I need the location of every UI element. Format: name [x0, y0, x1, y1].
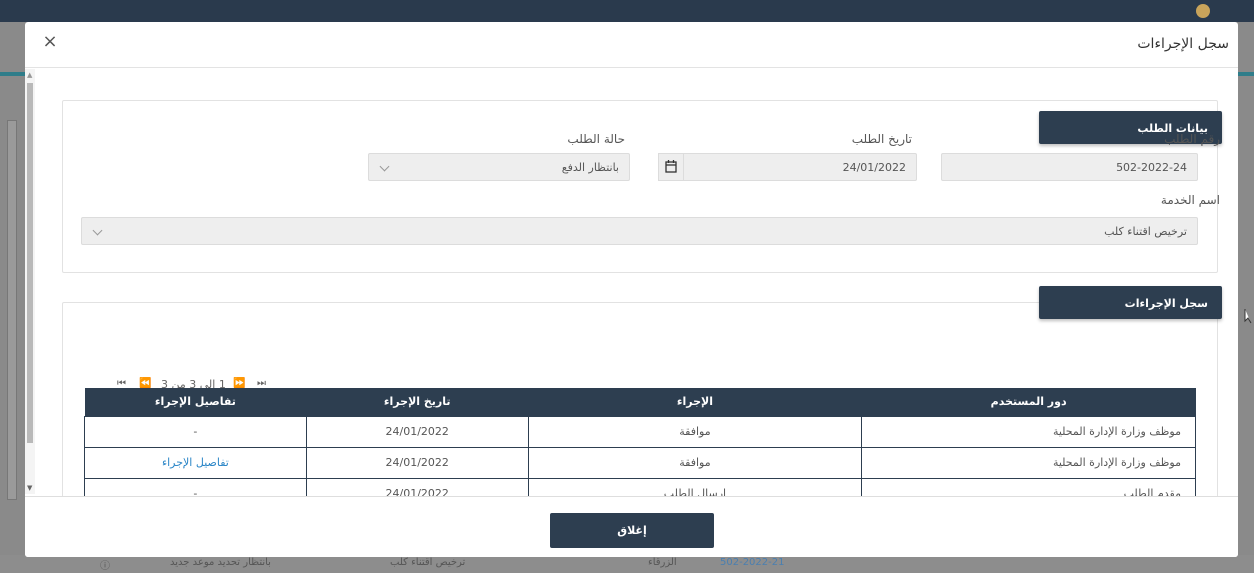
column-header-role: دور المستخدم [861, 388, 1196, 416]
row-action: موافقة [527, 446, 863, 479]
action-log-tab: سجل الإجراءات [1039, 286, 1222, 319]
chevron-down-icon [379, 161, 390, 172]
request-date-label: تاريخ الطلب [851, 132, 912, 146]
chevron-down-icon [92, 225, 103, 236]
background-topbar [0, 0, 1254, 22]
action-log-modal: × سجل الإجراءات ▲ ▼ بيانات الطلب رقم الط… [25, 22, 1238, 557]
table-row: - 24/01/2022 موافقة موظف وزارة الإدارة ا… [84, 415, 1196, 448]
table-row: تفاصيل الإجراء 24/01/2022 موافقة موظف وز… [84, 446, 1196, 479]
request-number-field[interactable]: 502-2022-24 [941, 153, 1198, 181]
service-name-select[interactable]: ترخيص اقتناء كلب [81, 217, 1198, 245]
calendar-icon[interactable] [658, 153, 684, 181]
background-logo-icon [1196, 4, 1210, 18]
modal-scrollbar[interactable]: ▲ ▼ [25, 69, 35, 494]
request-status-select[interactable]: بانتظار الدفع [368, 153, 630, 181]
close-icon[interactable]: × [41, 33, 59, 51]
row-date: 24/01/2022 [305, 446, 529, 479]
request-status-value: بانتظار الدفع [561, 161, 619, 174]
scrollbar-thumb[interactable] [27, 83, 33, 443]
background-scrollbar [7, 120, 17, 500]
table-header-row: تفاصيل الإجراء تاريخ الإجراء الإجراء دور… [84, 388, 1196, 416]
close-button[interactable]: إغلاق [550, 513, 714, 548]
background-info-icon: ⓘ [100, 561, 110, 572]
background-row-city: الزرقاء [648, 557, 677, 568]
background-table-row: ⓘ بانتظار تحديد موعد جديد ترخيص اقتناء ك… [0, 555, 1254, 573]
request-number-label: رقم الطلب [1164, 132, 1220, 146]
row-role: موظف وزارة الإدارة المحلية [861, 446, 1196, 479]
modal-title: سجل الإجراءات [1137, 36, 1229, 52]
action-details-link[interactable]: تفاصيل الإجراء [84, 446, 307, 479]
modal-footer: إغلاق [25, 496, 1238, 557]
service-name-value: ترخيص اقتناء كلب [1104, 225, 1187, 238]
request-status-label: حالة الطلب [567, 132, 625, 146]
action-log-table: تفاصيل الإجراء تاريخ الإجراء الإجراء دور… [84, 388, 1196, 510]
column-header-date: تاريخ الإجراء [306, 388, 529, 416]
request-date-value: 24/01/2022 [842, 161, 906, 174]
scroll-down-icon[interactable]: ▼ [27, 484, 32, 492]
request-date-field[interactable]: 24/01/2022 [681, 153, 917, 181]
scroll-up-icon[interactable]: ▲ [27, 71, 32, 79]
column-header-details: تفاصيل الإجراء [84, 388, 307, 416]
background-row-service: ترخيص اقتناء كلب [390, 557, 466, 568]
row-role: موظف وزارة الإدارة المحلية [861, 415, 1196, 448]
mouse-cursor-icon [1244, 309, 1252, 324]
row-action: موافقة [527, 415, 863, 448]
service-name-label: اسم الخدمة [1160, 193, 1220, 207]
modal-header: × سجل الإجراءات [25, 22, 1238, 68]
row-date: 24/01/2022 [305, 415, 529, 448]
column-header-action: الإجراء [528, 388, 862, 416]
background-row-number: 502-2022-21 [720, 557, 785, 568]
row-details: - [84, 415, 307, 448]
background-row-status: بانتظار تحديد موعد جديد [170, 557, 271, 568]
